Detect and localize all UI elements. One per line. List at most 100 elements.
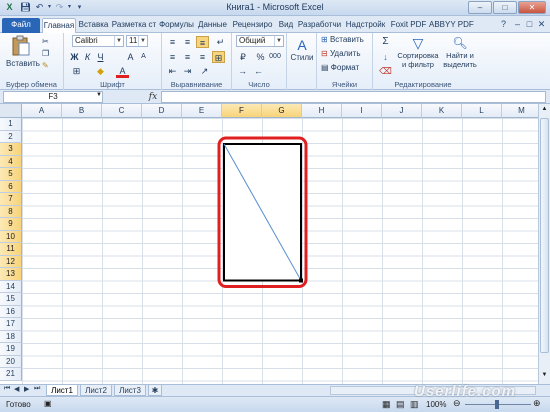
status-ready: Готово [6, 400, 31, 409]
italic-button[interactable]: К [81, 51, 94, 63]
number-format-select[interactable]: Общий ▼ [236, 35, 284, 47]
orientation-icon[interactable]: ↗ [198, 65, 211, 77]
format-cells-button[interactable]: ▤ Формат [321, 63, 359, 72]
group-editing: Σ ↓ ⌫ ▽ Сортировка и фильтр 🔍︎ Найти и в… [373, 33, 483, 90]
find-select-button[interactable]: 🔍︎ Найти и выделить [441, 35, 479, 69]
currency-icon[interactable]: ₽ [234, 51, 252, 63]
insert-cells-button[interactable]: ⊞ Вставить [321, 35, 364, 44]
formula-input[interactable] [161, 91, 546, 103]
align-right-icon[interactable]: ≡ [196, 51, 209, 63]
page-break-view-icon[interactable]: ▥ [410, 399, 419, 410]
fill-color-icon[interactable]: ◆ [94, 65, 107, 77]
title-bar: X 💾︎ ↶ ▾ ↷ ▾ ▾ Книга1 - Microsoft Excel … [0, 0, 550, 16]
copy-icon[interactable]: ❐ [42, 49, 49, 58]
number-format-value: Общий [239, 36, 266, 45]
insert-function-icon[interactable]: fx [146, 91, 160, 103]
new-sheet-icon[interactable]: ✱ [148, 385, 162, 396]
decrease-indent-icon[interactable]: ⇤ [166, 65, 179, 77]
tab-abbyy-pdf[interactable]: ABBYY PDF T [429, 18, 474, 33]
paste-button[interactable]: Вставить [6, 35, 40, 71]
fill-icon[interactable]: ↓ [379, 51, 392, 63]
ribbon-minimize-icon[interactable]: – [512, 19, 523, 30]
thousands-button[interactable]: 000 [266, 51, 284, 63]
font-name-value: Calibri [75, 36, 98, 45]
tab-data[interactable]: Данные [196, 18, 229, 33]
tab-foxit-pdf[interactable]: Foxit PDF [389, 18, 428, 33]
align-middle-icon[interactable]: ≡ [181, 36, 194, 48]
tab-formulas[interactable]: Формулы [158, 18, 195, 33]
maximize-button[interactable]: □ [493, 1, 517, 14]
tab-file[interactable]: Файл [2, 18, 40, 33]
merge-cells-icon[interactable]: ⊞ [212, 51, 225, 63]
align-center-icon[interactable]: ≡ [181, 51, 194, 63]
chevron-down-icon[interactable]: ▼ [96, 92, 102, 98]
scroll-up-icon[interactable]: ▲ [540, 106, 549, 115]
worksheet-grid[interactable]: ABCDEFGHIJKLM 1 2 3 4 5 6 7 8 9 10 11 12 13 14 15 16 17 1… [0, 104, 550, 384]
shrink-font-button[interactable]: A [137, 51, 150, 63]
group-clipboard: Вставить ✂ ❐ ✎ Буфер обмена [0, 33, 64, 90]
tab-addins[interactable]: Надстройк [343, 18, 388, 33]
wrap-text-icon[interactable]: ↵ [214, 36, 227, 48]
close-button[interactable]: ✕ [518, 1, 546, 14]
normal-view-icon[interactable]: ▦ [382, 399, 391, 410]
font-name-select[interactable]: Calibri ▼ [72, 35, 124, 47]
align-bottom-icon[interactable]: ≡ [196, 36, 209, 48]
alignment-group-label: Выравнивание [170, 80, 223, 89]
autosum-button[interactable]: Σ [379, 36, 392, 48]
clear-icon[interactable]: ⌫ [379, 65, 392, 77]
sort-filter-button[interactable]: ▽ Сортировка и фильтр [397, 35, 439, 69]
delete-cells-icon: ⊟ [321, 49, 328, 58]
sort-filter-icon: ▽ [412, 35, 424, 51]
tab-page-layout[interactable]: Разметка ст [111, 18, 157, 33]
tab-developer[interactable]: Разработчи [297, 18, 342, 33]
tab-insert[interactable]: Вставка [77, 18, 110, 33]
tab-home[interactable]: Главная [42, 18, 76, 34]
increase-indent-icon[interactable]: ⇥ [181, 65, 194, 77]
editing-group-label: Редактирование [394, 80, 452, 89]
font-size-select[interactable]: 11 ▼ [126, 35, 148, 47]
borders-icon[interactable]: ⊞ [70, 65, 83, 77]
sheet-tab-3[interactable]: Лист3 [114, 385, 146, 396]
sheet-nav-prev-icon[interactable]: ◀ [14, 385, 19, 393]
tab-review[interactable]: Рецензиро [230, 18, 275, 33]
sheet-tab-2[interactable]: Лист2 [80, 385, 112, 396]
zoom-in-icon[interactable]: ⊕ [533, 398, 541, 409]
format-painter-icon[interactable]: ✎ [42, 61, 49, 70]
cells-group-label: Ячейки [331, 80, 358, 89]
ribbon-close-icon[interactable]: ✕ [536, 19, 547, 30]
bold-button[interactable]: Ж [68, 51, 81, 63]
macro-record-icon[interactable]: ▣ [44, 399, 52, 408]
grow-font-button[interactable]: A [124, 51, 137, 63]
fill-handle[interactable] [299, 278, 303, 283]
formula-bar: F3 ▼ fx [0, 90, 550, 104]
styles-icon: A [297, 37, 307, 53]
vertical-scrollbar[interactable]: ▲ ▼ [538, 104, 550, 384]
decrease-decimal-icon[interactable]: ← [252, 65, 265, 77]
format-cells-icon: ▤ [321, 63, 329, 72]
zoom-level[interactable]: 100% [426, 400, 446, 409]
minimize-button[interactable]: – [468, 1, 492, 14]
delete-cells-button[interactable]: ⊟ Удалить [321, 49, 360, 58]
underline-button[interactable]: Ч [94, 51, 107, 63]
find-label-1: Найти и [446, 51, 474, 60]
font-color-button[interactable]: A [116, 65, 129, 78]
scroll-down-icon[interactable]: ▼ [540, 372, 549, 381]
styles-button[interactable]: A Стили [290, 37, 314, 62]
sheet-tab-1[interactable]: Лист1 [46, 385, 78, 396]
help-icon[interactable]: ? [498, 19, 509, 30]
sheet-nav-next-icon[interactable]: ▶ [24, 385, 29, 393]
sheet-nav-first-icon[interactable]: ⏮ [4, 385, 10, 393]
scroll-thumb[interactable] [540, 118, 549, 353]
zoom-slider-thumb[interactable] [495, 400, 499, 409]
sheet-nav-last-icon[interactable]: ⏭ [34, 385, 40, 393]
cut-icon[interactable]: ✂ [42, 37, 49, 46]
ribbon-restore-icon[interactable]: □ [524, 19, 535, 30]
name-box[interactable]: F3 [3, 91, 103, 103]
tab-view[interactable]: Вид [276, 18, 296, 33]
chevron-down-icon: ▼ [274, 36, 283, 46]
align-top-icon[interactable]: ≡ [166, 36, 179, 48]
increase-decimal-icon[interactable]: → [236, 65, 249, 77]
group-number: Общий ▼ ₽ % 000 → ← Число [232, 33, 287, 90]
page-layout-view-icon[interactable]: ▤ [396, 399, 405, 410]
align-left-icon[interactable]: ≡ [166, 51, 179, 63]
